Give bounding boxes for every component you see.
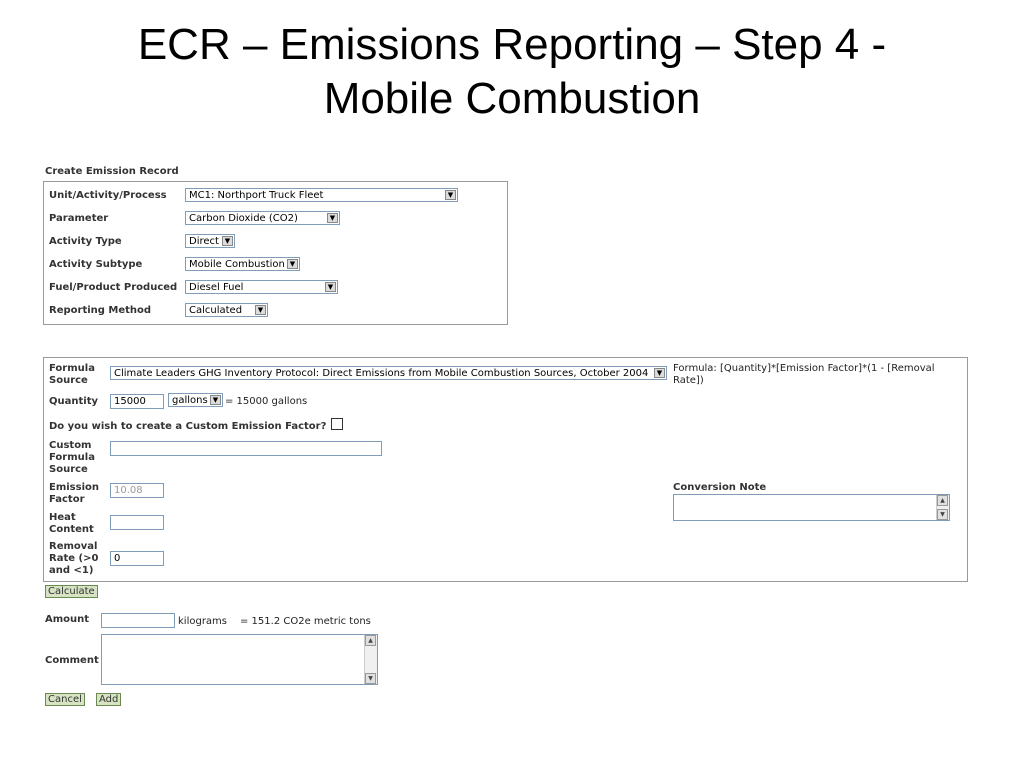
formula-source-select[interactable]: Climate Leaders GHG Inventory Protocol: … xyxy=(110,366,667,380)
chevron-down-icon: ▼ xyxy=(255,305,266,315)
conversion-note-label: Conversion Note xyxy=(673,482,767,493)
unit-select[interactable]: MC1: Northport Truck Fleet ▼ xyxy=(185,188,458,202)
amount-result: = 151.2 CO2e metric tons xyxy=(240,616,371,627)
scroll-up-icon[interactable]: ▲ xyxy=(365,635,376,646)
quantity-label: Quantity xyxy=(49,396,98,407)
comment-label: Comment xyxy=(45,655,99,666)
unit-label: Unit/Activity/Process xyxy=(49,190,167,201)
heat-content-input[interactable] xyxy=(110,515,164,530)
quantity-result: = 15000 gallons xyxy=(225,396,308,407)
amount-label: Amount xyxy=(45,614,90,625)
chevron-down-icon: ▼ xyxy=(325,282,336,292)
activity-subtype-select-value: Mobile Combustion xyxy=(189,259,285,270)
scroll-down-icon[interactable]: ▼ xyxy=(365,673,376,684)
formula-text: Formula: [Quantity]*[Emission Factor]*(1… xyxy=(673,363,935,386)
custom-factor-checkbox[interactable] xyxy=(331,418,343,430)
chevron-down-icon: ▼ xyxy=(654,368,665,378)
formula-source-select-value: Climate Leaders GHG Inventory Protocol: … xyxy=(114,368,649,379)
reporting-method-label: Reporting Method xyxy=(49,305,152,316)
amount-input[interactable] xyxy=(101,613,175,628)
custom-source-input[interactable] xyxy=(110,441,382,456)
reporting-method-select[interactable]: Calculated ▼ xyxy=(185,303,268,317)
formula-panel xyxy=(43,357,968,582)
quantity-input[interactable] xyxy=(110,394,164,409)
calculate-button[interactable]: Calculate xyxy=(45,585,98,598)
add-button[interactable]: Add xyxy=(96,693,122,706)
formula-source-label: Formula Source xyxy=(49,363,95,386)
scroll-down-icon[interactable]: ▼ xyxy=(937,509,948,520)
fuel-select[interactable]: Diesel Fuel ▼ xyxy=(185,280,338,294)
heat-content-label: Heat Content xyxy=(49,512,94,535)
chevron-down-icon: ▼ xyxy=(210,395,221,405)
slide-title-line-2: Mobile Combustion xyxy=(323,74,701,123)
fuel-label: Fuel/Product Produced xyxy=(49,282,178,293)
removal-rate-label: Removal Rate (>0 and <1) xyxy=(49,541,99,576)
comment-textarea[interactable]: ▲ ▼ xyxy=(101,634,378,685)
comment-scrollbar[interactable]: ▲ ▼ xyxy=(364,635,377,684)
chevron-down-icon: ▼ xyxy=(287,259,298,269)
scroll-up-icon[interactable]: ▲ xyxy=(937,495,948,506)
chevron-down-icon: ▼ xyxy=(222,236,233,246)
activity-type-select-value: Direct xyxy=(189,236,219,247)
custom-factor-question: Do you wish to create a Custom Emission … xyxy=(49,421,327,432)
emission-factor-label: Emission Factor xyxy=(49,482,99,505)
conversion-note-textarea[interactable]: ▲ ▼ xyxy=(673,494,950,521)
record-panel xyxy=(43,181,508,325)
emission-factor-input[interactable] xyxy=(110,483,164,498)
parameter-select-value: Carbon Dioxide (CO2) xyxy=(189,213,298,224)
slide-title: ECR – Emissions Reporting – Step 4 - Mob… xyxy=(0,18,1024,126)
slide-title-line-1: ECR – Emissions Reporting – Step 4 - xyxy=(137,20,887,69)
unit-select-value: MC1: Northport Truck Fleet xyxy=(189,190,324,201)
amount-unit: kilograms xyxy=(178,616,228,627)
reporting-method-select-value: Calculated xyxy=(189,305,243,316)
section-title: Create Emission Record xyxy=(45,166,179,177)
parameter-select[interactable]: Carbon Dioxide (CO2) ▼ xyxy=(185,211,340,225)
fuel-select-value: Diesel Fuel xyxy=(189,282,244,293)
conversion-note-scrollbar[interactable]: ▲ ▼ xyxy=(936,495,949,520)
activity-subtype-label: Activity Subtype xyxy=(49,259,143,270)
activity-type-label: Activity Type xyxy=(49,236,122,247)
cancel-button[interactable]: Cancel xyxy=(45,693,85,706)
removal-rate-input[interactable] xyxy=(110,551,164,566)
activity-subtype-select[interactable]: Mobile Combustion ▼ xyxy=(185,257,300,271)
quantity-unit-select[interactable]: gallons ▼ xyxy=(168,393,223,407)
custom-source-label: Custom Formula Source xyxy=(49,440,95,475)
chevron-down-icon: ▼ xyxy=(445,190,456,200)
quantity-unit-select-value: gallons xyxy=(172,395,208,406)
chevron-down-icon: ▼ xyxy=(327,213,338,223)
activity-type-select[interactable]: Direct ▼ xyxy=(185,234,235,248)
parameter-label: Parameter xyxy=(49,213,109,224)
